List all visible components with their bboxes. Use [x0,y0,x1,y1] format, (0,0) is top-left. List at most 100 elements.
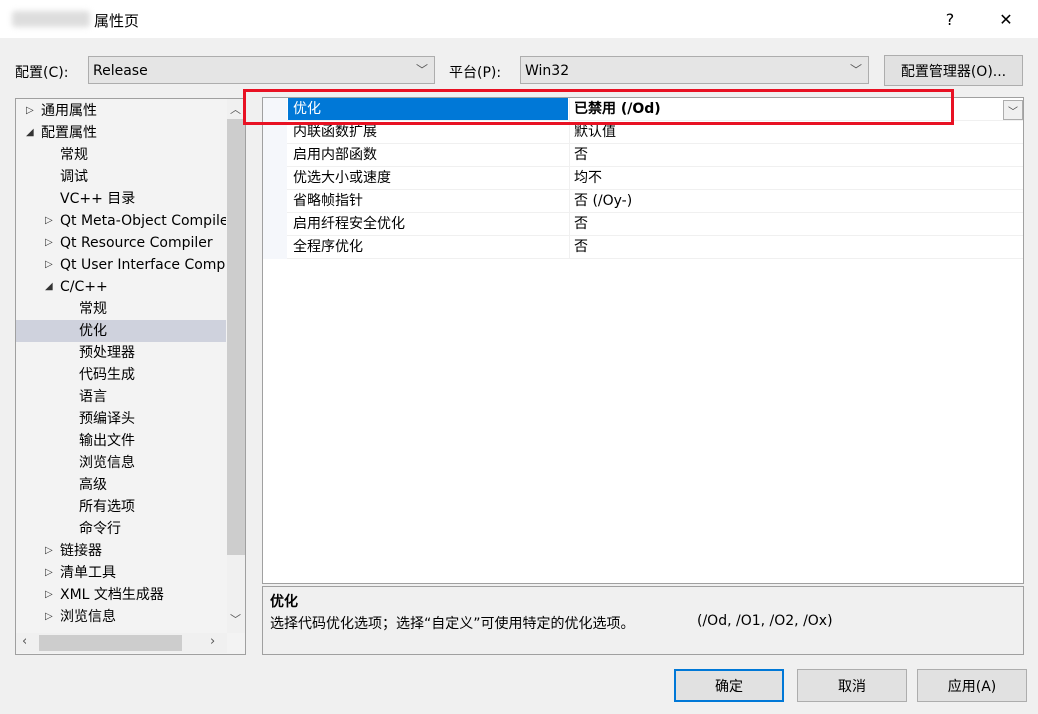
value-dropdown-button[interactable]: ﹀ [1003,100,1023,120]
tree-item[interactable]: ◢ 配置属性 [16,122,226,144]
description-flags: (/Od, /O1, /O2, /Ox) [697,613,833,629]
description-title: 优化 [270,594,298,610]
tree-item[interactable]: 高级 [16,474,226,496]
row-gutter [263,167,287,190]
property-row[interactable]: 全程序优化 否 [263,236,1023,259]
tree-horizontal-scroll-thumb[interactable] [39,635,182,651]
tree-item[interactable]: 预处理器 [16,342,226,364]
description-text: 选择代码优化选项；选择“自定义”可使用特定的优化选项。 [270,616,635,632]
title-bar: 属性页 ? ✕ [0,0,1038,38]
cancel-button[interactable]: 取消 [797,669,907,702]
tree-item[interactable]: 浏览信息 [16,452,226,474]
tree-item-label: 命令行 [79,521,121,537]
tree-item[interactable]: 代码生成 [16,364,226,386]
property-tree[interactable]: ▷ 通用属性 ◢ 配置属性 常规 调试 VC++ 目录 ▷ Qt Meta-Object Com… [15,98,246,655]
tree-item-label: 优化 [79,323,107,339]
collapsed-arrow-icon[interactable]: ▷ [45,540,53,562]
tree-item[interactable]: 输出文件 [16,430,226,452]
property-value[interactable]: 否 [569,236,1003,258]
tree-item-label: 所有选项 [79,499,135,515]
expanded-arrow-icon[interactable]: ◢ [26,122,34,144]
collapsed-arrow-icon[interactable]: ▷ [45,210,53,232]
scroll-right-icon[interactable]: › [210,634,215,649]
property-grid[interactable]: 优化 已禁用 (/Od) ﹀ 内联函数扩展 默认值 启用内部函数否优选大小或速度 均不 省略帧… [262,97,1024,584]
help-button[interactable]: ? [927,0,973,38]
row-gutter [263,213,287,236]
tree-item-label: 预编译头 [79,411,135,427]
tree-item-label: 高级 [79,477,107,493]
expanded-arrow-icon[interactable]: ◢ [45,276,53,298]
tree-item-label: XML 文档生成器 [60,587,164,603]
tree-item[interactable]: 所有选项 [16,496,226,518]
tree-item-label: 浏览信息 [60,609,116,625]
tree-item[interactable]: ◢ C/C++ [16,276,226,298]
window-title: 属性页 [94,12,140,30]
description-panel: 优化 选择代码优化选项；选择“自定义”可使用特定的优化选项。 (/Od, /O1… [262,586,1024,655]
config-manager-button[interactable]: 配置管理器(O)... [884,55,1023,86]
tree-item-label: VC++ 目录 [60,191,136,207]
row-gutter [263,144,287,167]
platform-dropdown[interactable]: Win32 ﹀ [520,56,869,84]
tree-item[interactable]: ▷ 浏览信息 [16,606,226,628]
scroll-down-icon[interactable]: ﹀ [230,611,241,627]
config-value: Release [93,63,148,79]
property-name: 省略帧指针 [293,193,363,209]
property-row[interactable]: 启用内部函数 否 [263,144,1023,167]
tree-item[interactable]: 预编译头 [16,408,226,430]
collapsed-arrow-icon[interactable]: ▷ [45,606,53,628]
scroll-up-icon[interactable]: ︿ [230,101,241,117]
platform-label: 平台(P): [449,65,502,81]
ok-button[interactable]: 确定 [674,669,784,702]
chevron-down-icon: ﹀ [415,63,428,77]
row-gutter [263,236,287,259]
tree-item-label: 通用属性 [41,103,97,119]
property-value[interactable]: 否 (/Oy-) [569,190,1003,212]
property-value[interactable]: 否 [569,144,1003,166]
config-label: 配置(C): [15,65,69,81]
tree-item-label: Qt Resource Compiler [60,235,213,251]
tree-item-label: C/C++ [60,279,108,295]
tree-item-label: 调试 [60,169,88,185]
tree-item[interactable]: 语言 [16,386,226,408]
property-value[interactable]: 均不 [569,167,1003,189]
tree-item-label: 常规 [79,301,107,317]
tree-item[interactable]: 常规 [16,298,226,320]
property-name: 启用纤程安全优化 [293,216,405,232]
collapsed-arrow-icon[interactable]: ▷ [45,562,53,584]
tree-item[interactable]: ▷ Qt Resource Compiler [16,232,226,254]
tree-item[interactable]: ▷ 通用属性 [16,100,226,122]
tree-item[interactable]: 调试 [16,166,226,188]
tree-item[interactable]: 命令行 [16,518,226,540]
tree-item-label: 浏览信息 [79,455,135,471]
close-button[interactable]: ✕ [983,0,1029,38]
platform-value: Win32 [525,63,570,79]
collapsed-arrow-icon[interactable]: ▷ [26,100,34,122]
tree-item[interactable]: 常规 [16,144,226,166]
collapsed-arrow-icon[interactable]: ▷ [45,232,53,254]
chevron-down-icon: ﹀ [1008,106,1018,118]
property-row[interactable]: 启用纤程安全优化 否 [263,213,1023,236]
property-row[interactable]: 优选大小或速度 均不 [263,167,1023,190]
tree-item[interactable]: 优化 [16,320,226,342]
tree-item[interactable]: ▷ 清单工具 [16,562,226,584]
tree-item-label: 输出文件 [79,433,135,449]
apply-button[interactable]: 应用(A) [917,669,1027,702]
tree-item-label: 清单工具 [60,565,116,581]
tree-item-label: 配置属性 [41,125,97,141]
tree-item[interactable]: ▷ Qt User Interface Compiler [16,254,226,276]
tree-item[interactable]: ▷ Qt Meta-Object Compiler [16,210,226,232]
tree-item-label: Qt User Interface Compiler [60,257,226,273]
config-dropdown[interactable]: Release ﹀ [88,56,435,84]
property-name: 优选大小或速度 [293,170,391,186]
tree-vertical-scroll-thumb[interactable] [227,119,245,555]
collapsed-arrow-icon[interactable]: ▷ [45,584,53,606]
highlight-box [243,89,954,125]
tree-item-label: 常规 [60,147,88,163]
tree-item[interactable]: ▷ XML 文档生成器 [16,584,226,606]
tree-item[interactable]: ▷ 链接器 [16,540,226,562]
collapsed-arrow-icon[interactable]: ▷ [45,254,53,276]
tree-item[interactable]: VC++ 目录 [16,188,226,210]
scroll-left-icon[interactable]: ‹ [22,634,27,649]
property-row[interactable]: 省略帧指针 否 (/Oy-) [263,190,1023,213]
property-value[interactable]: 否 [569,213,1003,235]
